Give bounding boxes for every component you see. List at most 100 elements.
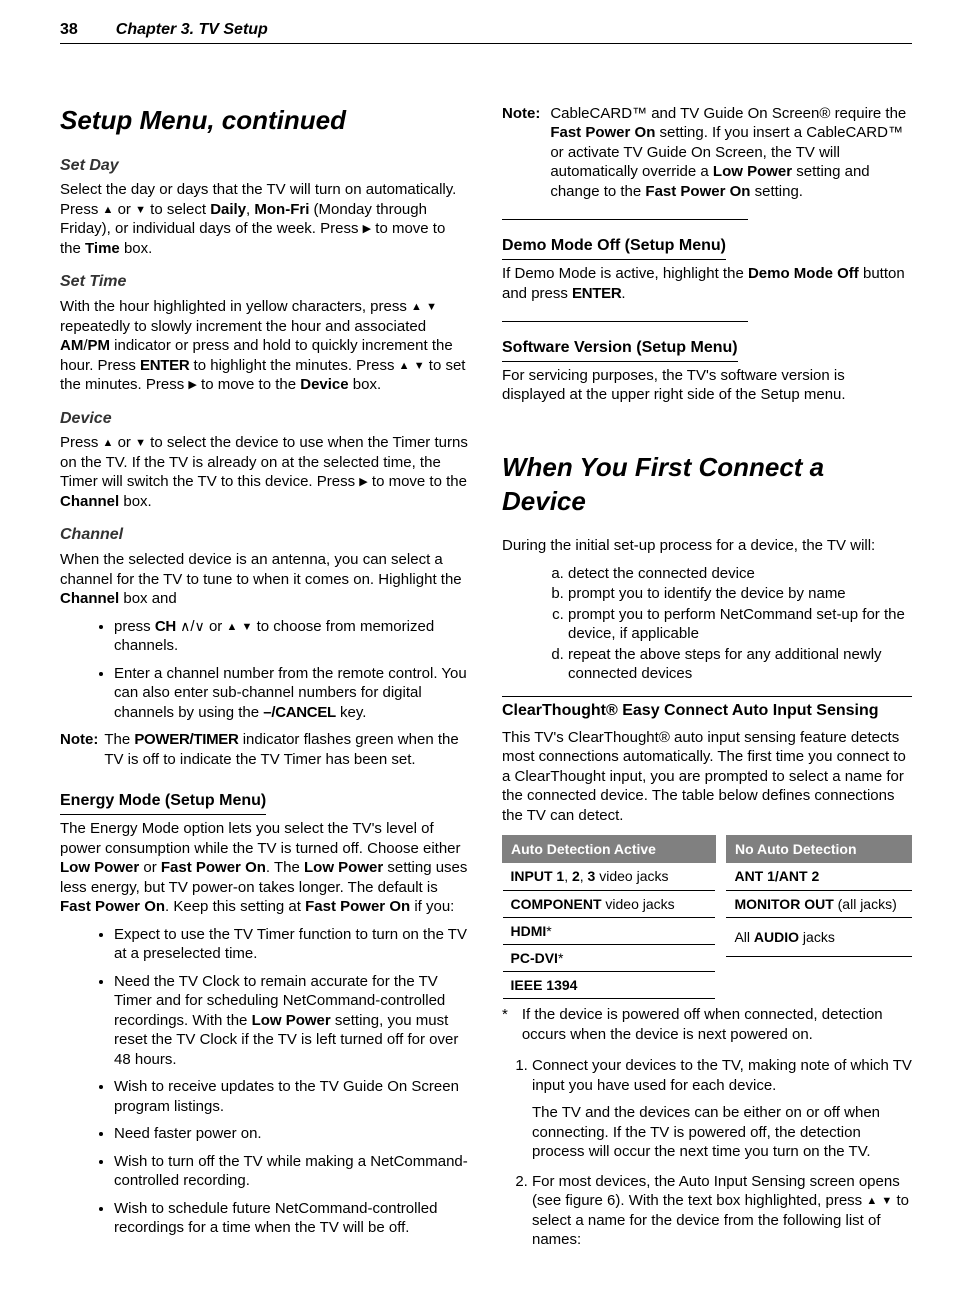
channel-bullet-list: press CH ∧/∨ or ▲ ▼ to choose from memor… xyxy=(60,617,470,723)
text: key. xyxy=(336,704,367,721)
triangle-up-icon: ▲ xyxy=(399,361,410,372)
table-row: IEEE 1394 xyxy=(503,972,716,999)
table-row: No Auto Detection xyxy=(726,836,911,863)
table-row: ANT 1/ANT 2 xyxy=(726,863,911,890)
table-cell: All AUDIO jacks xyxy=(726,917,911,956)
bold-text: Fast Power On xyxy=(161,859,266,876)
first-connect-steps: detect the connected device prompt you t… xyxy=(502,564,912,684)
chapter-title: Chapter 3. TV Setup xyxy=(116,20,268,41)
list-item: Wish to schedule future NetCommand-contr… xyxy=(114,1199,470,1238)
no-auto-detection-table: No Auto Detection ANT 1/ANT 2 MONITOR OU… xyxy=(726,835,912,999)
text: , xyxy=(580,868,588,884)
table-cell: IEEE 1394 xyxy=(503,972,716,999)
note-body: CableCARD™ and TV Guide On Screen® requi… xyxy=(550,104,912,202)
text: CableCARD™ and TV Guide On Screen® requi… xyxy=(550,105,906,122)
device-heading: Device xyxy=(60,409,470,430)
text: press xyxy=(114,618,155,635)
key-label: –/CANCEL xyxy=(263,704,336,721)
software-version-paragraph: For servicing purposes, the TV's softwar… xyxy=(502,366,912,405)
first-connect-intro: During the initial set-up process for a … xyxy=(502,536,912,556)
list-item: prompt you to identify the device by nam… xyxy=(568,584,912,604)
set-day-heading: Set Day xyxy=(60,156,470,177)
list-item: For most devices, the Auto Input Sensing… xyxy=(532,1172,912,1250)
text: , xyxy=(564,868,572,884)
note-body: The POWER/TIMER indicator flashes green … xyxy=(104,730,470,769)
triangle-right-icon: ▶ xyxy=(363,224,371,235)
separator xyxy=(502,219,748,220)
bold-text: Channel xyxy=(60,590,119,607)
section-heading: Setup Menu, continued xyxy=(60,104,470,138)
text: box. xyxy=(120,240,153,257)
text: The TV and the devices can be either on … xyxy=(532,1103,912,1162)
text: . xyxy=(621,285,625,302)
bold-text: COMPONENT xyxy=(511,896,602,912)
table-row: PC-DVI* xyxy=(503,945,716,972)
set-day-paragraph: Select the day or days that the TV will … xyxy=(60,180,470,258)
triangle-right-icon: ▶ xyxy=(188,380,196,391)
list-item: prompt you to perform NetCommand set-up … xyxy=(568,605,912,644)
table-header: No Auto Detection xyxy=(726,836,911,863)
energy-mode-heading: Energy Mode (Setup Menu) xyxy=(60,791,266,815)
auto-detection-table: Auto Detection Active INPUT 1, 2, 3 vide… xyxy=(502,835,716,999)
bold-text: Mon-Fri xyxy=(254,201,309,218)
triangle-up-icon: ▲ xyxy=(226,622,237,633)
bold-text: Low Power xyxy=(60,859,139,876)
bold-text: MONITOR OUT xyxy=(734,896,833,912)
text: or xyxy=(113,201,135,218)
text: video jacks xyxy=(595,868,668,884)
energy-bullet-list: Expect to use the TV Timer function to t… xyxy=(60,925,470,1238)
list-item: detect the connected device xyxy=(568,564,912,584)
triangle-down-icon: ▼ xyxy=(881,1196,892,1207)
table-row: All AUDIO jacks xyxy=(726,917,911,956)
key-label: CH xyxy=(155,618,176,635)
bold-text: 2 xyxy=(572,868,580,884)
list-item: Wish to turn off the TV while making a N… xyxy=(114,1152,470,1191)
device-paragraph: Press ▲ or ▼ to select the device to use… xyxy=(60,433,470,511)
table-row: MONITOR OUT (all jacks) xyxy=(726,890,911,917)
text: video jacks xyxy=(602,896,675,912)
text: The Energy Mode option lets you select t… xyxy=(60,820,461,857)
chevron-up-icon: ∧ xyxy=(180,618,190,634)
text: or xyxy=(113,434,135,451)
clearthought-heading: ClearThought® Easy Connect Auto Input Se… xyxy=(502,701,879,724)
text: setting. xyxy=(750,183,803,200)
separator xyxy=(502,696,912,697)
bold-text: AM xyxy=(60,337,83,354)
text: . Keep this setting at xyxy=(165,898,305,915)
text: When the selected device is an antenna, … xyxy=(60,551,462,588)
table-cell: HDMI* xyxy=(503,917,716,944)
demo-mode-heading: Demo Mode Off (Setup Menu) xyxy=(502,236,726,260)
triangle-down-icon: ▼ xyxy=(242,622,253,633)
bold-text: Low Power xyxy=(252,1012,331,1029)
triangle-up-icon: ▲ xyxy=(866,1196,877,1207)
section-heading: When You First Connect a Device xyxy=(502,451,912,519)
table-row: Auto Detection Active xyxy=(503,836,716,863)
bold-text: Time xyxy=(85,240,120,257)
set-time-paragraph: With the hour highlighted in yellow char… xyxy=(60,297,470,395)
text: or xyxy=(205,618,227,635)
chevron-down-icon: ∨ xyxy=(195,618,205,634)
note-block: Note: The POWER/TIMER indicator flashes … xyxy=(60,730,470,769)
bold-text: PC-DVI xyxy=(511,950,558,966)
asterisk-note: * If the device is powered off when conn… xyxy=(502,1005,912,1044)
bold-text: Low Power xyxy=(713,163,792,180)
left-column: Setup Menu, continued Set Day Select the… xyxy=(60,104,470,1260)
text: Connect your devices to the TV, making n… xyxy=(532,1057,912,1094)
text: or xyxy=(139,859,161,876)
key-label: POWER/TIMER xyxy=(134,731,238,748)
text: to move to the xyxy=(197,376,300,393)
key-label: ENTER xyxy=(140,357,189,374)
bold-text: Demo Mode Off xyxy=(748,265,859,282)
triangle-down-icon: ▼ xyxy=(135,205,146,216)
text: to select xyxy=(146,201,210,218)
two-column-layout: Setup Menu, continued Set Day Select the… xyxy=(60,104,912,1260)
bold-text: Low Power xyxy=(304,859,383,876)
triangle-down-icon: ▼ xyxy=(426,302,437,313)
text: * xyxy=(558,950,563,966)
bold-text: INPUT 1 xyxy=(511,868,565,884)
text: box and xyxy=(119,590,177,607)
table-cell: COMPONENT video jacks xyxy=(503,890,716,917)
set-time-heading: Set Time xyxy=(60,272,470,293)
text: For most devices, the Auto Input Sensing… xyxy=(532,1173,900,1210)
text: box. xyxy=(119,493,152,510)
